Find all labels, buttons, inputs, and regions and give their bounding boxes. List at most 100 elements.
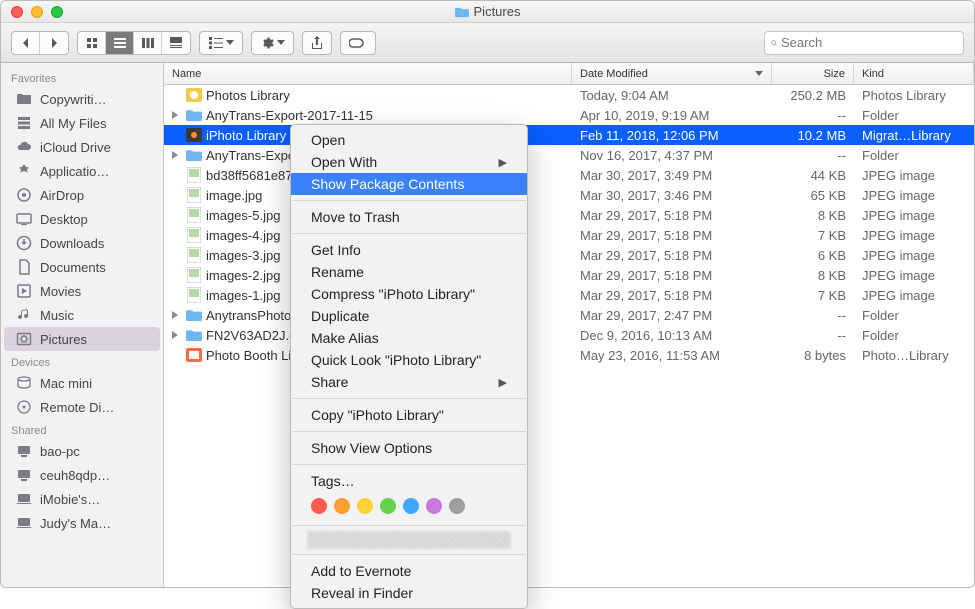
column-name[interactable]: Name <box>164 63 572 84</box>
file-row[interactable]: bd38ff5681e87Mar 30, 2017, 3:49 PM44 KBJ… <box>164 165 974 185</box>
file-row[interactable]: images-2.jpgMar 29, 2017, 5:18 PM8 KBJPE… <box>164 265 974 285</box>
pc-icon <box>15 466 33 484</box>
sidebar-item[interactable]: ceuh8qdp… <box>1 463 163 487</box>
sidebar-item[interactable]: Remote Di… <box>1 395 163 419</box>
menu-share[interactable]: Share▶ <box>291 371 527 393</box>
sidebar-item-label: AirDrop <box>40 188 84 203</box>
sidebar-item[interactable]: Documents <box>1 255 163 279</box>
sidebar-item[interactable]: AirDrop <box>1 183 163 207</box>
column-size[interactable]: Size <box>772 63 854 84</box>
column-view-button[interactable] <box>134 32 162 54</box>
sidebar-item[interactable]: Applicatio… <box>1 159 163 183</box>
sidebar-item[interactable]: Mac mini <box>1 371 163 395</box>
file-row[interactable]: images-3.jpgMar 29, 2017, 5:18 PM6 KBJPE… <box>164 245 974 265</box>
file-row[interactable]: images-4.jpgMar 29, 2017, 5:18 PM7 KBJPE… <box>164 225 974 245</box>
sidebar-item[interactable]: Copywriti… <box>1 87 163 111</box>
file-row[interactable]: image.jpgMar 30, 2017, 3:46 PM65 KBJPEG … <box>164 185 974 205</box>
menu-compress[interactable]: Compress "iPhoto Library" <box>291 283 527 305</box>
disclosure-triangle-icon[interactable] <box>170 330 180 340</box>
tag-color-dot[interactable] <box>334 498 350 514</box>
back-button[interactable] <box>12 32 40 54</box>
file-row[interactable]: images-5.jpgMar 29, 2017, 5:18 PM8 KBJPE… <box>164 205 974 225</box>
file-kind: JPEG image <box>854 188 974 203</box>
tag-color-dot[interactable] <box>311 498 327 514</box>
menu-separator <box>292 233 526 234</box>
menu-make-alias[interactable]: Make Alias <box>291 327 527 349</box>
file-row[interactable]: Photo Booth LibMay 23, 2016, 11:53 AM8 b… <box>164 345 974 365</box>
menu-copy[interactable]: Copy "iPhoto Library" <box>291 404 527 426</box>
disclosure-triangle-icon[interactable] <box>170 310 180 320</box>
sidebar-item-label: iMobie's… <box>40 492 100 507</box>
search-input[interactable] <box>781 35 957 50</box>
close-window-icon[interactable] <box>11 6 23 18</box>
sidebar-item[interactable]: iMobie's… <box>1 487 163 511</box>
sidebar-item[interactable]: iCloud Drive <box>1 135 163 159</box>
search-field[interactable] <box>764 31 964 55</box>
file-row[interactable]: FN2V63AD2J.coDec 9, 2016, 10:13 AM--Fold… <box>164 325 974 345</box>
share-button[interactable] <box>302 31 332 55</box>
icon-view-button[interactable] <box>78 32 106 54</box>
sidebar-item[interactable]: Downloads <box>1 231 163 255</box>
sidebar-item[interactable]: Movies <box>1 279 163 303</box>
menu-open-with[interactable]: Open With▶ <box>291 151 527 173</box>
menu-move-to-trash[interactable]: Move to Trash <box>291 206 527 228</box>
sidebar-item[interactable]: Desktop <box>1 207 163 231</box>
forward-button[interactable] <box>40 32 68 54</box>
file-name: images-3.jpg <box>206 248 280 263</box>
desktop-icon <box>15 210 33 228</box>
menu-get-info[interactable]: Get Info <box>291 239 527 261</box>
maximize-window-icon[interactable] <box>51 6 63 18</box>
sidebar-item-label: Documents <box>40 260 106 275</box>
disclosure-triangle-icon[interactable] <box>170 150 180 160</box>
file-row[interactable]: AnyTrans-ExportNov 16, 2017, 4:37 PM--Fo… <box>164 145 974 165</box>
menu-quick-look[interactable]: Quick Look "iPhoto Library" <box>291 349 527 371</box>
menu-add-to-evernote[interactable]: Add to Evernote <box>291 560 527 582</box>
file-kind: JPEG image <box>854 268 974 283</box>
arrange-button[interactable] <box>200 32 242 54</box>
menu-show-package-contents[interactable]: Show Package Contents <box>291 173 527 195</box>
file-row[interactable]: images-1.jpgMar 29, 2017, 5:18 PM7 KBJPE… <box>164 285 974 305</box>
tag-color-dot[interactable] <box>357 498 373 514</box>
file-icon <box>186 167 202 183</box>
file-kind: Folder <box>854 328 974 343</box>
menu-rename[interactable]: Rename <box>291 261 527 283</box>
menu-open[interactable]: Open <box>291 129 527 151</box>
menu-tags[interactable]: Tags… <box>291 470 527 492</box>
coverflow-view-button[interactable] <box>162 32 190 54</box>
file-row[interactable]: AnytransPhotoBMar 29, 2017, 2:47 PM--Fol… <box>164 305 974 325</box>
list-view-button[interactable] <box>106 32 134 54</box>
file-date: Mar 29, 2017, 5:18 PM <box>572 288 772 303</box>
sidebar-item[interactable]: All My Files <box>1 111 163 135</box>
menu-duplicate[interactable]: Duplicate <box>291 305 527 327</box>
disclosure-triangle-icon[interactable] <box>170 110 180 120</box>
column-date[interactable]: Date Modified <box>572 63 772 84</box>
sidebar-item-label: iCloud Drive <box>40 140 111 155</box>
tag-color-dot[interactable] <box>380 498 396 514</box>
sidebar-item-label: ceuh8qdp… <box>40 468 110 483</box>
menu-separator <box>292 525 526 526</box>
sidebar-item-label: Judy's Ma… <box>40 516 111 531</box>
sidebar-item[interactable]: Music <box>1 303 163 327</box>
menu-show-view-options[interactable]: Show View Options <box>291 437 527 459</box>
file-date: May 23, 2016, 11:53 AM <box>572 348 772 363</box>
sidebar-item-label: Downloads <box>40 236 104 251</box>
file-row[interactable]: iPhoto LibraryFeb 11, 2018, 12:06 PM10.2… <box>164 125 974 145</box>
column-kind[interactable]: Kind <box>854 63 974 84</box>
tag-color-dot[interactable] <box>426 498 442 514</box>
menu-reveal-in-finder[interactable]: Reveal in Finder <box>291 582 527 604</box>
action-menu-button[interactable] <box>251 31 294 55</box>
file-row[interactable]: AnyTrans-Export-2017-11-15Apr 10, 2019, … <box>164 105 974 125</box>
sidebar-section-header: Shared <box>1 419 163 439</box>
file-name: images-4.jpg <box>206 228 280 243</box>
file-kind: Folder <box>854 108 974 123</box>
minimize-window-icon[interactable] <box>31 6 43 18</box>
tags-button[interactable] <box>340 31 376 55</box>
tag-color-dot[interactable] <box>449 498 465 514</box>
sidebar-item[interactable]: bao-pc <box>1 439 163 463</box>
file-name: FN2V63AD2J.co <box>206 328 303 343</box>
file-row[interactable]: Photos LibraryToday, 9:04 AM250.2 MBPhot… <box>164 85 974 105</box>
sidebar-item[interactable]: Pictures <box>4 327 160 351</box>
sidebar-item[interactable]: Judy's Ma… <box>1 511 163 535</box>
documents-icon <box>15 258 33 276</box>
tag-color-dot[interactable] <box>403 498 419 514</box>
